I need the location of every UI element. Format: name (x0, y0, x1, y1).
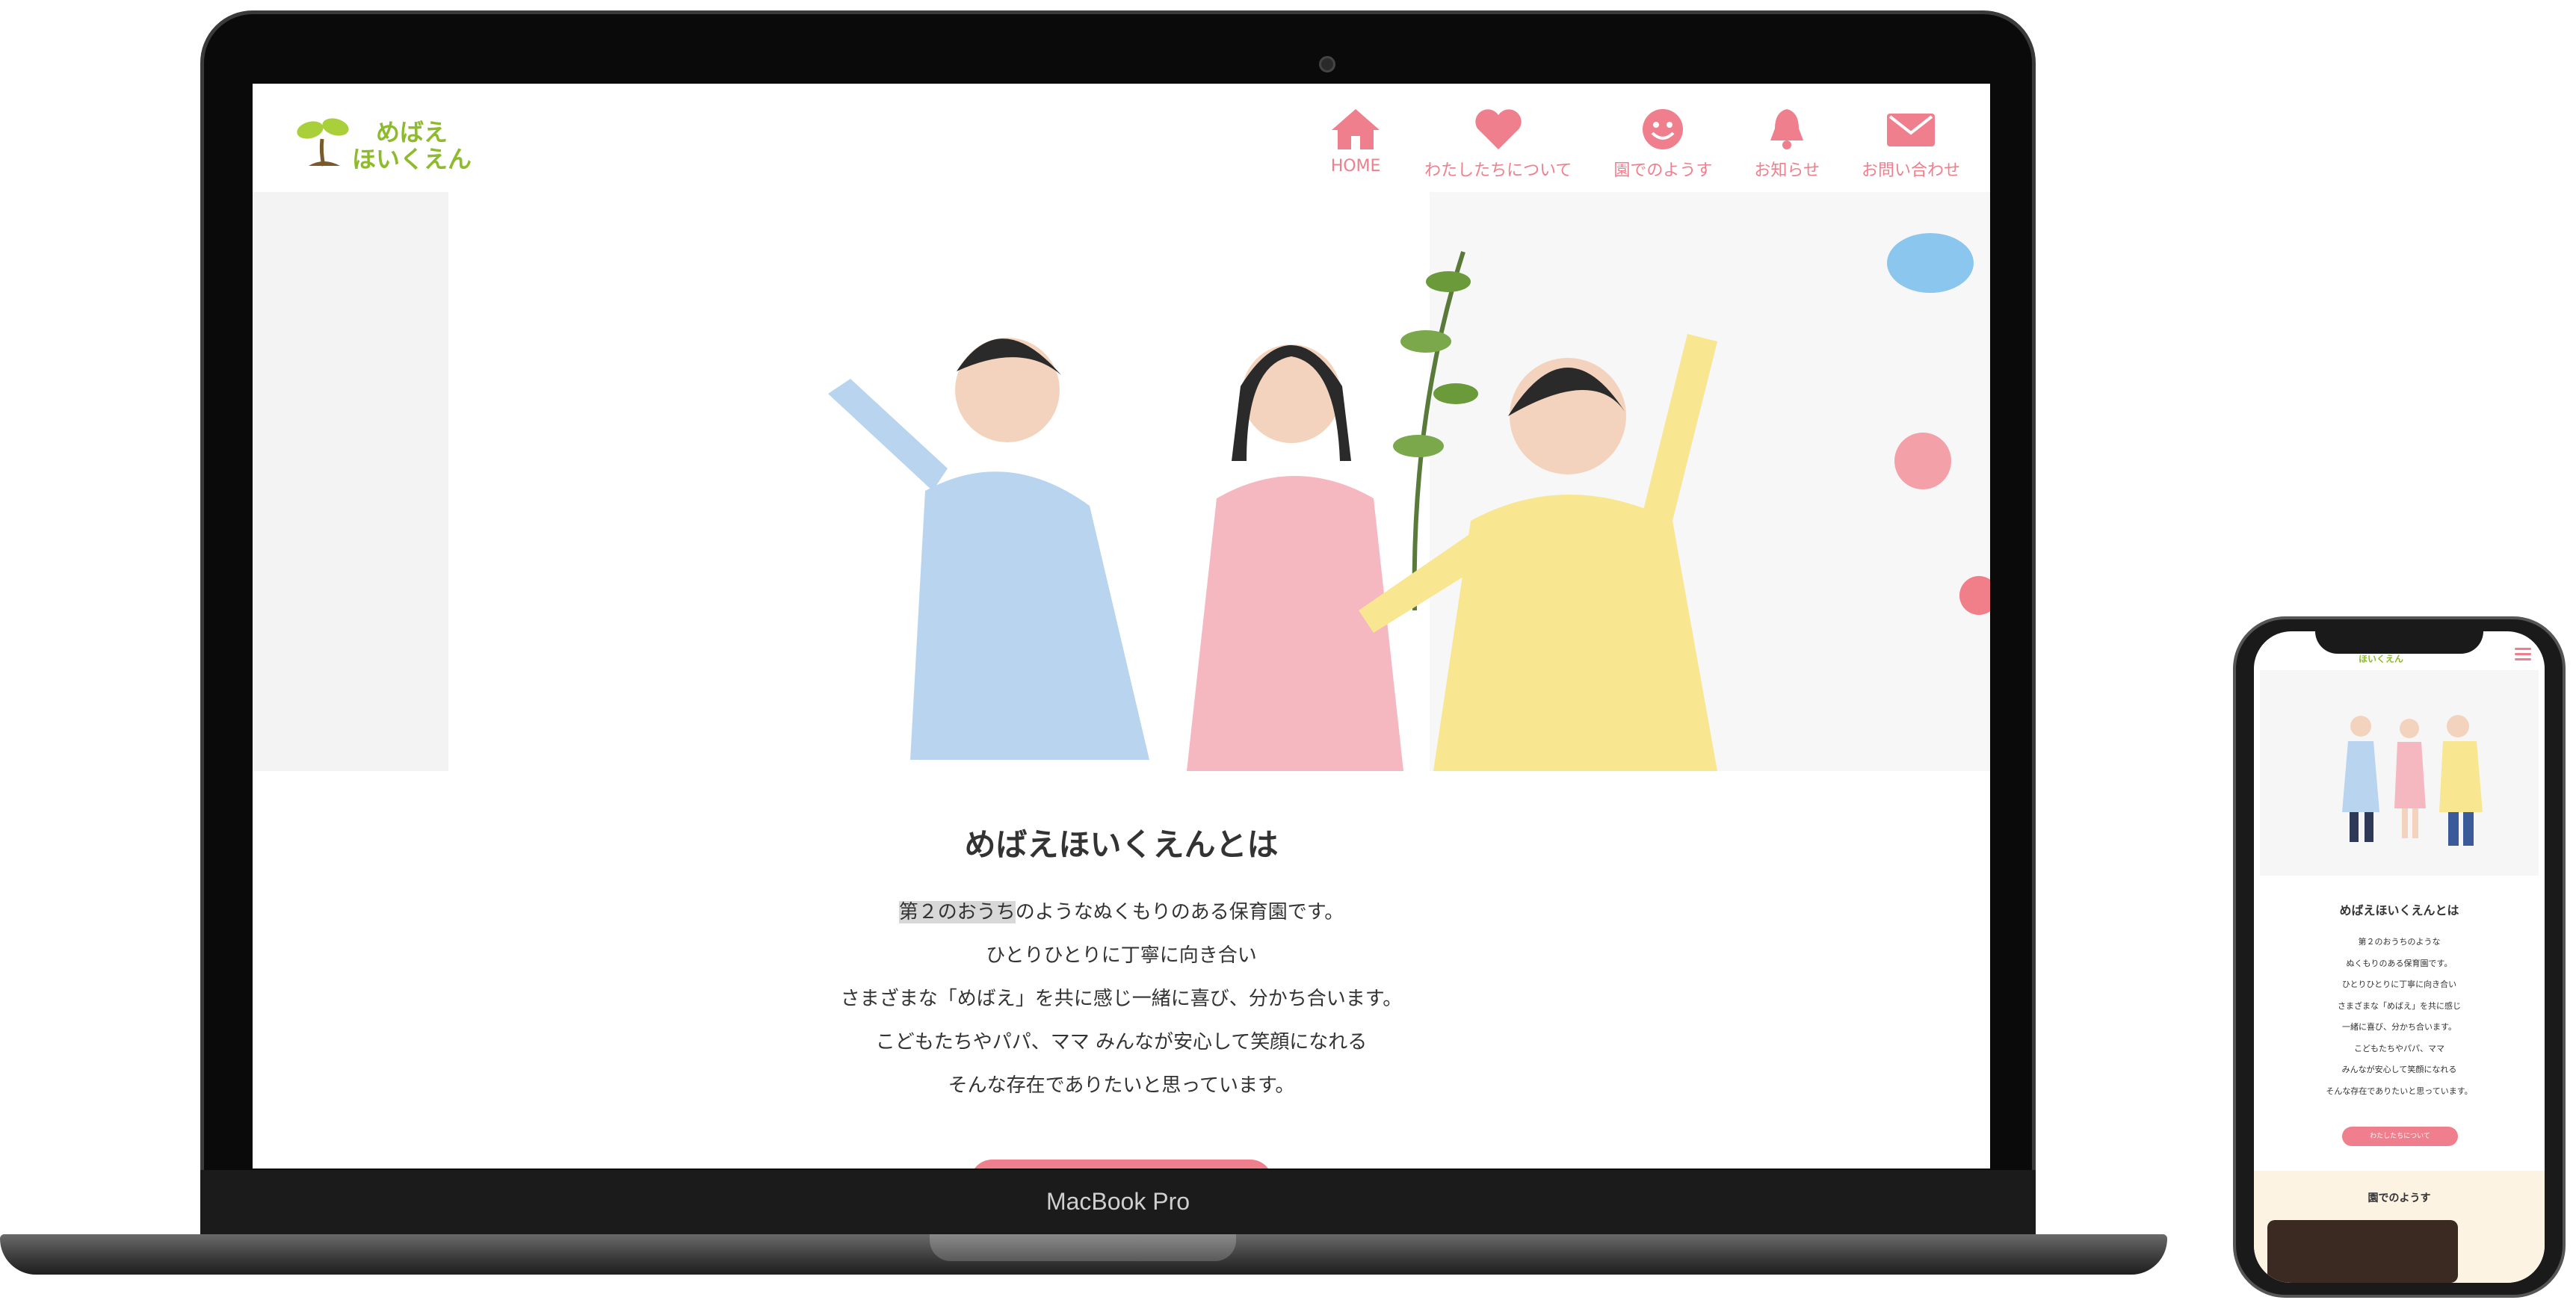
nav-daily[interactable]: 園でのようす (1613, 106, 1712, 181)
nav-news-label: お知らせ (1754, 161, 1820, 180)
about-more-button[interactable] (970, 1160, 1273, 1169)
laptop-label: MacBook Pro (1045, 1188, 1190, 1215)
phone-hero-image (2260, 670, 2539, 876)
hero-image (253, 192, 1990, 771)
phone-section-title: 園でのようす (2367, 1192, 2431, 1204)
about-line-3: さまざまな「めばえ」を共に感じ一緒に喜び、分かち合います。 (840, 988, 1403, 1010)
laptop-notch (930, 1234, 1236, 1261)
nav-about-label: わたしたちについて (1424, 161, 1572, 180)
phone-about-line: 一緒に喜び、分かち合います。 (2342, 1022, 2456, 1032)
phone-about-line: みんなが安心して笑顔になれる (2341, 1065, 2457, 1074)
phone-about-button[interactable]: わたしたちについて (2342, 1127, 2458, 1146)
phone-about-line: こどもたちやパパ、ママ (2354, 1043, 2444, 1053)
bell-icon (1770, 109, 1804, 149)
phone-about-line: ひとりひとりに丁寧に向き合い (2341, 979, 2457, 989)
phone-section-image (2267, 1220, 2458, 1283)
about-line-4: こどもたちやパパ、ママ みんなが安心して笑顔になれる (875, 1031, 1368, 1053)
nav-home[interactable]: HOME (1329, 106, 1383, 181)
nav-daily-label: 園でのようす (1613, 161, 1713, 180)
nav-contact-label: お問い合わせ (1861, 161, 1960, 180)
camera-icon (1319, 56, 1335, 72)
main-nav: HOME わたしたちについて 園でのようす お知らせ お問い合わせ (1287, 106, 1960, 181)
site-logo[interactable]: めばえ ほいくえん (294, 111, 488, 178)
laptop-screen: めばえ ほいくえん HOME わたしたちについて 園でのようす お知らせ お問い… (253, 84, 1990, 1169)
nav-about[interactable]: わたしたちについて (1424, 106, 1572, 181)
smile-icon (1643, 109, 1684, 149)
about-title: めばえほいくえんとは (964, 826, 1279, 863)
phone-about-text: 第２のおうちのような ぬくもりのある保育園です。 ひとりひとりに丁寧に向き合い … (2254, 932, 2545, 1102)
about-line-5: そんな存在でありたいと思っています。 (948, 1074, 1295, 1097)
children-illustration (828, 233, 1990, 771)
nav-contact[interactable]: お問い合わせ (1862, 106, 1960, 181)
about-line-2: ひとりひとりに丁寧に向き合い (986, 944, 1257, 967)
about-line-1-highlight: 第２のおうち (898, 901, 1016, 923)
phone-children-illustration (2260, 670, 2539, 876)
heart-icon (1475, 109, 1522, 149)
sprout-icon (297, 118, 349, 167)
phone-about-line: 第２のおうちのような (2358, 937, 2441, 947)
logo-text-line2: ほいくえん (352, 145, 472, 173)
phone-daily-section: 園でのようす (2254, 1171, 2545, 1283)
nav-home-label: HOME (1330, 157, 1381, 176)
site-header: めばえ ほいくえん HOME わたしたちについて 園でのようす お知らせ お問い… (253, 84, 1990, 192)
phone-logo[interactable]: ほいくえん (2359, 652, 2403, 665)
about-line-1: 第２のおうちのようなぬくもりのある保育園です。 (253, 891, 1990, 934)
phone-screen: ほいくえん めばえほいくえんとは 第２のおうちのような ぬくもりのある保育園です… (2254, 631, 2545, 1283)
hamburger-menu-icon[interactable] (2515, 648, 2531, 661)
about-text: 第２のおうちのようなぬくもりのある保育園です。 ひとりひとりに丁寧に向き合い さ… (253, 891, 1990, 1107)
phone-about-line: ぬくもりのある保育園です。 (2346, 958, 2453, 968)
nav-news[interactable]: お知らせ (1754, 106, 1820, 181)
phone-about-line: さまざまな「めばえ」を共に感じ (2338, 1000, 2461, 1011)
laptop-chin: MacBook Pro (200, 1170, 2036, 1234)
phone-notch (2315, 620, 2483, 654)
phone-about-title: めばえほいくえんとは (2339, 903, 2459, 917)
mail-icon (1886, 114, 1935, 146)
home-icon (1332, 109, 1380, 149)
phone-about-line: そんな存在でありたいと思っています。 (2326, 1086, 2473, 1096)
about-line-1-rest: のようなぬくもりのある保育園です。 (1015, 901, 1344, 923)
